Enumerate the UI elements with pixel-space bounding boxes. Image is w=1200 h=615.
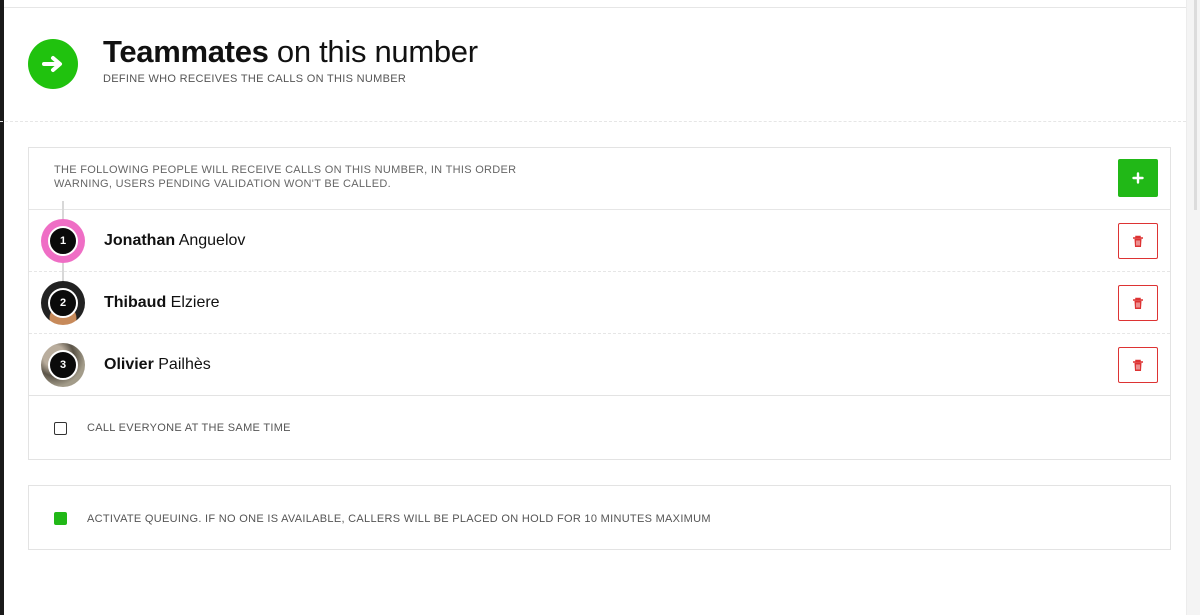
- teammate-first-name: Olivier: [104, 356, 154, 373]
- call-everyone-option: CALL EVERYONE AT THE SAME TIME: [29, 397, 1170, 460]
- teammate-row: 2 Thibaud Elziere: [29, 272, 1170, 334]
- scrollbar-thumb[interactable]: [1194, 0, 1197, 210]
- call-order-info-line: THE FOLLOWING PEOPLE WILL RECEIVE CALLS …: [54, 164, 517, 176]
- trash-icon: [1133, 359, 1143, 371]
- queuing-panel: ACTIVATE QUEUING. IF NO ONE IS AVAILABLE…: [28, 485, 1171, 550]
- scrollbar[interactable]: [1186, 0, 1200, 615]
- teammate-row: 1 Jonathan Anguelov: [29, 210, 1170, 272]
- page-subtitle: DEFINE WHO RECEIVES THE CALLS ON THIS NU…: [103, 73, 407, 85]
- avatar: 1: [41, 219, 85, 263]
- teammate-name: Jonathan Anguelov: [104, 232, 245, 250]
- call-order-panel: THE FOLLOWING PEOPLE WILL RECEIVE CALLS …: [28, 147, 1171, 460]
- page-title-rest: on this number: [268, 34, 478, 69]
- remove-teammate-button[interactable]: [1118, 285, 1158, 321]
- queuing-checkbox[interactable]: [54, 512, 67, 525]
- teammate-name: Olivier Pailhès: [104, 356, 211, 374]
- trash-icon: [1133, 297, 1143, 309]
- remove-teammate-button[interactable]: [1118, 347, 1158, 383]
- call-everyone-checkbox[interactable]: [54, 422, 67, 435]
- section-header: Teammates on this number DEFINE WHO RECE…: [0, 0, 1186, 122]
- teammate-last-name: Elziere: [166, 294, 220, 311]
- validation-warning: WARNING, USERS PENDING VALIDATION WON'T …: [54, 178, 391, 190]
- queuing-label[interactable]: ACTIVATE QUEUING. IF NO ONE IS AVAILABLE…: [87, 513, 711, 525]
- remove-teammate-button[interactable]: [1118, 223, 1158, 259]
- trash-icon: [1133, 235, 1143, 247]
- teammate-row: 3 Olivier Pailhès: [29, 334, 1170, 396]
- add-teammate-button[interactable]: [1118, 159, 1158, 197]
- teammate-first-name: Jonathan: [104, 232, 176, 249]
- call-everyone-label[interactable]: CALL EVERYONE AT THE SAME TIME: [87, 422, 291, 434]
- avatar: 3: [41, 343, 85, 387]
- teammate-first-name: Thibaud: [104, 294, 167, 311]
- call-order-info: THE FOLLOWING PEOPLE WILL RECEIVE CALLS …: [29, 148, 1170, 210]
- plus-icon: [1132, 172, 1144, 184]
- teammate-name: Thibaud Elziere: [104, 294, 220, 312]
- arrow-right-icon: [28, 39, 78, 89]
- page-title: Teammates on this number: [103, 32, 478, 72]
- order-badge: 3: [48, 350, 78, 380]
- teammate-last-name: Pailhès: [153, 356, 211, 373]
- order-badge: 1: [48, 226, 78, 256]
- order-badge: 2: [48, 288, 78, 318]
- avatar: 2: [41, 281, 85, 325]
- page-title-strong: Teammates: [103, 34, 269, 69]
- teammate-last-name: Anguelov: [175, 232, 246, 249]
